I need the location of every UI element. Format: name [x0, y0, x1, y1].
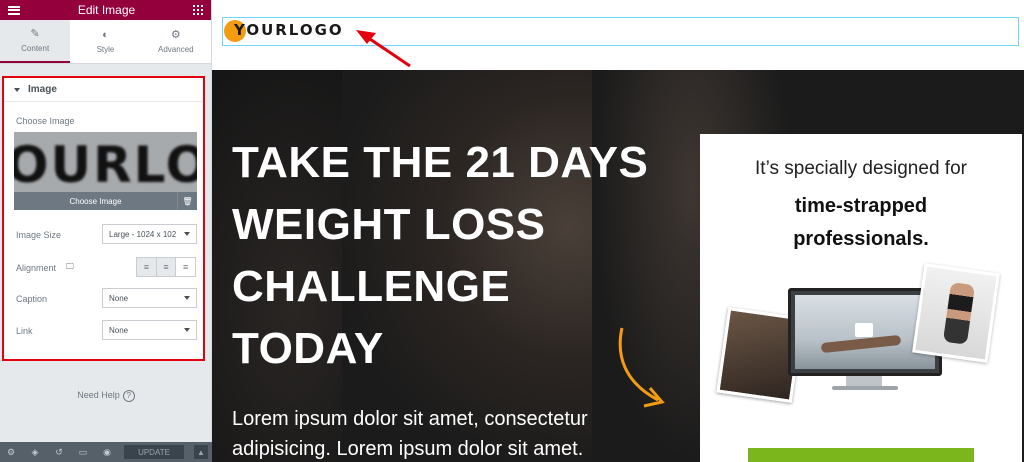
link-label: Link	[16, 326, 33, 336]
pencil-icon: ✎	[30, 27, 40, 40]
tab-advanced[interactable]: ⚙ Advanced	[141, 20, 211, 63]
choose-image-label: Choose Image	[16, 116, 75, 126]
alignment-label: Alignment	[16, 263, 57, 273]
hero-section: TAKE THE 21 DAYS WEIGHT LOSS CHALLENGE T…	[212, 70, 1024, 462]
trash-icon[interactable]: 🗑	[177, 192, 197, 210]
card-emphasis-line: time-strapped	[794, 195, 928, 217]
panel-title: Edit Image	[77, 3, 136, 17]
widgets-grid-icon[interactable]	[193, 5, 203, 15]
card-intro-text: It’s specially designed for	[755, 158, 967, 179]
gear-icon: ⚙	[170, 28, 181, 41]
caption-label: Caption	[16, 294, 48, 304]
choose-image-button[interactable]: Choose Image	[14, 192, 177, 210]
image-section-title: Image	[28, 84, 57, 95]
image-section: Image Choose Image OURLO Choose Image 🗑 …	[2, 76, 205, 361]
align-center-icon[interactable]: ≡	[156, 258, 177, 276]
play-icon	[855, 323, 873, 337]
card-emphasis-text: time-strapped professionals.	[700, 190, 1022, 256]
contrast-icon: ◐	[102, 28, 109, 41]
history-icon[interactable]: ↺	[52, 447, 66, 458]
cta-button[interactable]	[748, 448, 974, 462]
monitor-stand-base	[832, 386, 898, 390]
hamburger-menu-icon[interactable]	[8, 5, 20, 15]
chevron-down-icon	[184, 328, 190, 332]
link-select[interactable]: None	[102, 320, 197, 340]
image-size-select[interactable]: Large - 1024 x 102	[102, 224, 197, 244]
responsive-icon[interactable]: ▭	[76, 447, 90, 458]
chevron-up-icon[interactable]: ▲	[194, 445, 208, 459]
tab-style-label: Style	[96, 44, 115, 54]
question-icon: ?	[122, 390, 135, 402]
image-section-header[interactable]: Image	[4, 78, 203, 102]
settings-icon[interactable]: ⚙	[4, 447, 18, 458]
image-preview[interactable]: OURLO Choose Image 🗑	[14, 132, 197, 210]
link-value: None	[109, 325, 129, 335]
image-preview-content: OURLO	[14, 136, 197, 194]
tab-content[interactable]: ✎ Content	[0, 20, 71, 63]
layers-icon[interactable]: ◈	[28, 447, 42, 458]
preview-eye-icon[interactable]: ◉	[100, 447, 114, 458]
align-left-icon[interactable]: ≡	[137, 258, 157, 276]
promo-card: It’s specially designed for time-strappe…	[700, 134, 1022, 462]
image-size-value: Large - 1024 x 102	[109, 229, 177, 239]
tab-content-label: Content	[21, 43, 50, 53]
tab-style[interactable]: ◐ Style	[70, 20, 140, 63]
woman-figure	[942, 282, 976, 345]
panel-footer: ⚙ ◈ ↺ ▭ ◉ UPDATE ▲	[0, 442, 212, 462]
panel-tabs: ✎ Content ◐ Style ⚙ Advanced	[0, 20, 211, 64]
page-preview: YOURLOGO TAKE THE 21 DAYS WEIGHT LOSS CH…	[212, 0, 1024, 462]
caption-value: None	[109, 293, 129, 303]
red-annotation-arrow-icon	[356, 30, 411, 68]
alignment-buttons: ≡ ≡ ≡	[136, 257, 196, 277]
product-photo-woman	[912, 263, 1000, 363]
update-button[interactable]: UPDATE	[124, 445, 184, 459]
need-help-text: Need Help	[77, 390, 120, 400]
editor-panel: Edit Image ✎ Content ◐ Style ⚙ Advanced …	[0, 0, 212, 462]
choose-image-bar: Choose Image 🗑	[14, 192, 197, 210]
chevron-down-icon	[184, 296, 190, 300]
collapse-caret-icon	[14, 87, 20, 92]
card-emphasis-line: professionals.	[793, 228, 929, 250]
align-right-icon[interactable]: ≡	[176, 258, 196, 276]
need-help-link[interactable]: Need Help?	[0, 390, 212, 402]
editor-window: Edit Image ✎ Content ◐ Style ⚙ Advanced …	[0, 0, 1024, 462]
desktop-icon[interactable]: 🖵	[66, 262, 74, 272]
caption-select[interactable]: None	[102, 288, 197, 308]
image-size-label: Image Size	[16, 230, 62, 240]
panel-header: Edit Image	[0, 0, 211, 20]
tab-advanced-label: Advanced	[158, 44, 194, 54]
chevron-down-icon	[184, 232, 190, 236]
